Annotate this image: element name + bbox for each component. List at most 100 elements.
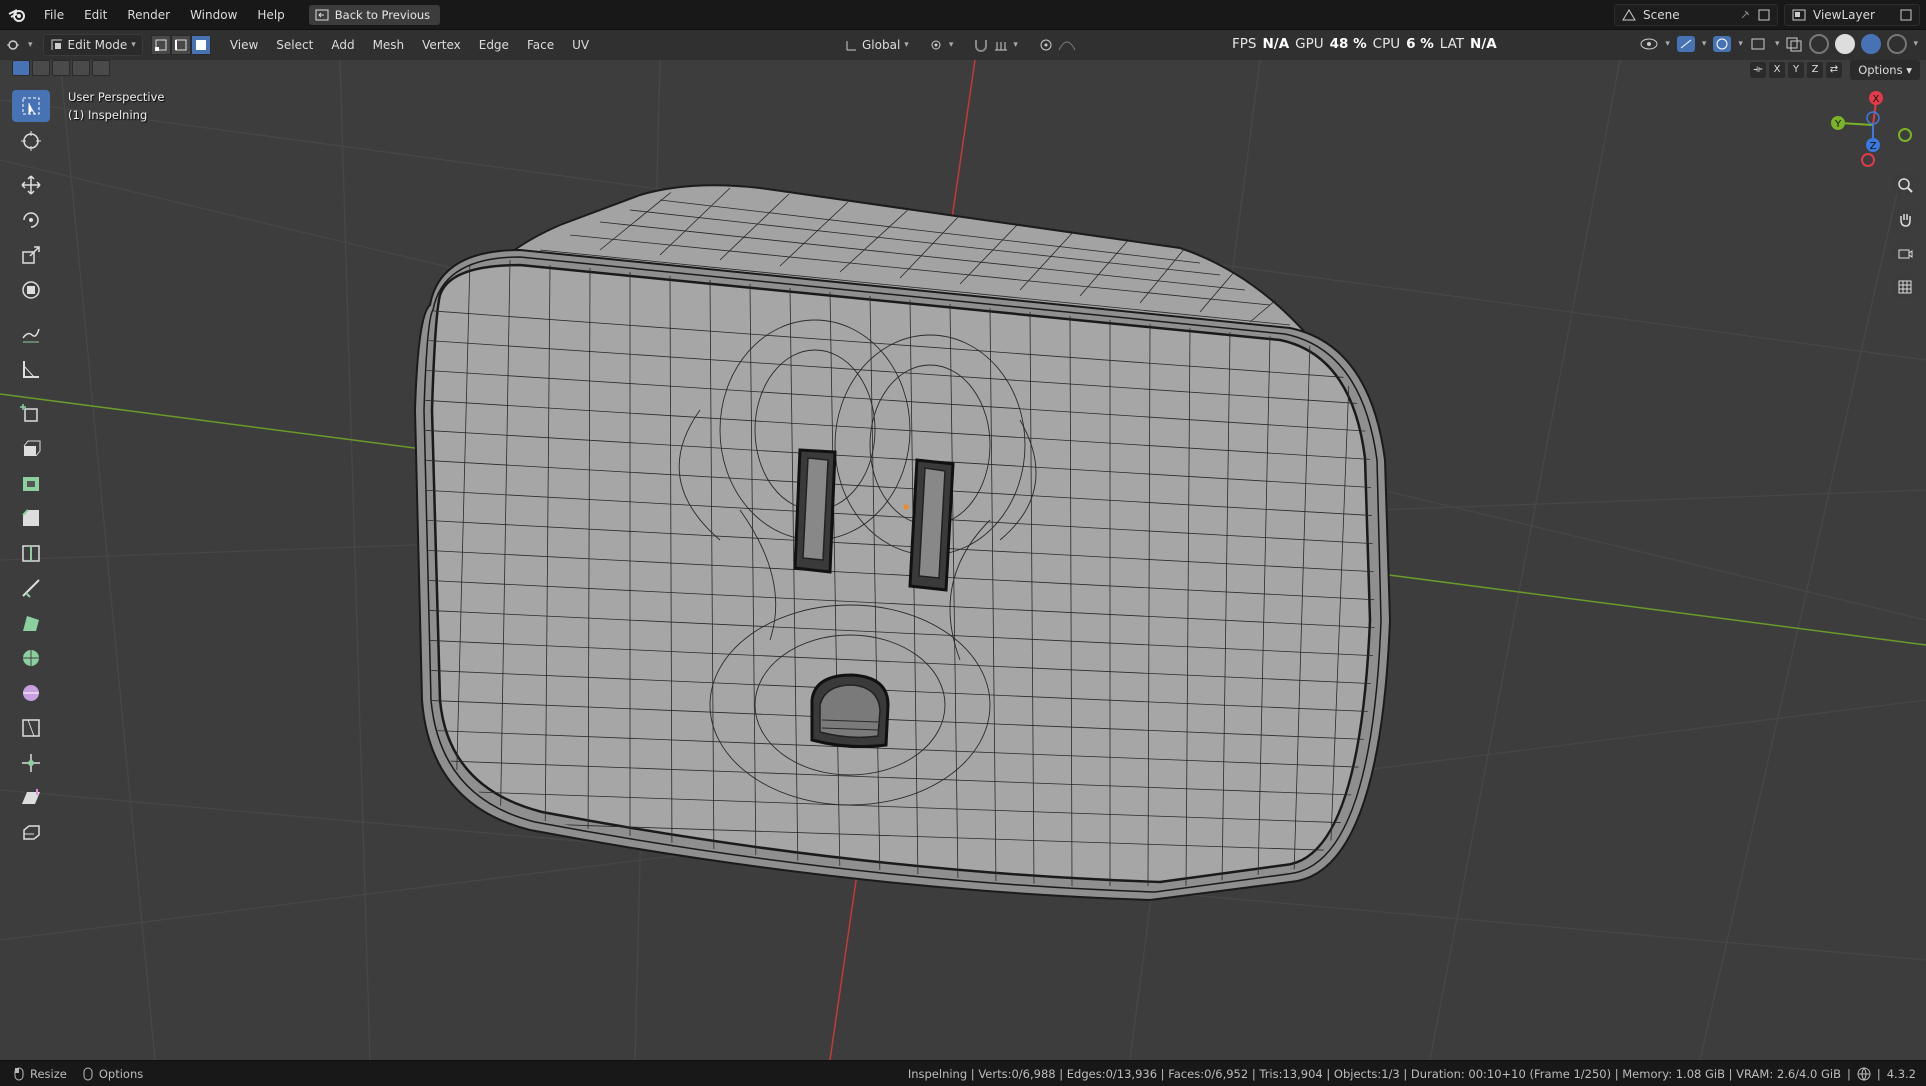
mesh-edit-overlays-icon[interactable] [1749, 36, 1769, 52]
perspective-toggle-icon[interactable] [1892, 274, 1918, 300]
shrink-fatten-tool[interactable] [12, 747, 50, 779]
select-box-tool[interactable] [12, 90, 50, 122]
new-scene-icon[interactable] [1757, 8, 1771, 22]
mirror-z-toggle[interactable]: Z [1807, 62, 1823, 78]
mode-dropdown[interactable]: Edit Mode ▾ [42, 34, 143, 56]
menu-render[interactable]: Render [117, 0, 180, 30]
pivot-point-dropdown[interactable]: ▾ [923, 34, 960, 56]
snap-toggle[interactable]: ▾ [967, 34, 1024, 56]
svg-text:Y: Y [1834, 119, 1842, 130]
spin-tool[interactable] [12, 642, 50, 674]
edge-slide-tool[interactable] [12, 712, 50, 744]
add-cube-tool[interactable] [12, 397, 50, 429]
menu-window[interactable]: Window [180, 0, 247, 30]
shear-tool[interactable] [12, 782, 50, 814]
select-subtract-icon[interactable] [52, 60, 70, 76]
transform-orientation-dropdown[interactable]: Global ▾ [838, 34, 915, 56]
select-new-icon[interactable] [12, 60, 30, 76]
header-menu-view[interactable]: View [221, 38, 267, 52]
viewport-canvas[interactable]: X Y Z [0, 60, 1926, 1060]
knife-icon [22, 579, 40, 598]
face-select-icon[interactable] [190, 35, 211, 55]
proportional-edit-toggle[interactable] [1032, 34, 1082, 56]
select-extend-icon[interactable] [32, 60, 50, 76]
select-box-icon [22, 97, 40, 115]
header-menu-edge[interactable]: Edge [470, 38, 518, 52]
scene-icon [1622, 9, 1636, 21]
proportional-edit-icon [1040, 39, 1052, 51]
header-menu-vertex[interactable]: Vertex [413, 38, 470, 52]
object-origin-icon [903, 504, 909, 510]
select-invert-icon[interactable] [72, 60, 90, 76]
knife-tool[interactable] [12, 572, 50, 604]
material-preview-button[interactable] [1861, 34, 1882, 54]
view-layer-name[interactable]: ViewLayer [1813, 8, 1893, 22]
shading-dropdown-icon[interactable]: ▾ [1913, 39, 1918, 49]
scene-name[interactable]: Scene [1643, 8, 1733, 22]
edit-mode-icon [51, 39, 62, 50]
edge-select-icon[interactable] [170, 35, 191, 55]
spin-icon [23, 650, 39, 666]
scene-selector[interactable]: Scene [1614, 4, 1778, 26]
header-menu-uv[interactable]: UV [563, 38, 598, 52]
annotate-tool[interactable] [12, 318, 50, 350]
back-to-previous-button[interactable]: Back to Previous [308, 4, 441, 25]
rip-region-tool[interactable] [12, 817, 50, 849]
mirror-y-toggle[interactable]: Y [1788, 62, 1804, 78]
options-dropdown[interactable]: Options ▾ [1850, 60, 1920, 80]
pin-icon[interactable] [1739, 9, 1751, 21]
cpu-value: 6 % [1406, 36, 1434, 52]
transform-tool[interactable] [12, 274, 50, 306]
poly-build-tool[interactable] [12, 607, 50, 639]
header-menu-add[interactable]: Add [322, 38, 363, 52]
header-menu-face[interactable]: Face [518, 38, 563, 52]
new-view-layer-icon[interactable] [1899, 8, 1913, 22]
smooth-tool[interactable] [12, 677, 50, 709]
plug-slot-left[interactable] [793, 448, 837, 574]
snap-increment-icon[interactable] [993, 38, 1009, 52]
editor-type-dropdown[interactable]: ▾ [0, 34, 39, 56]
vertex-select-icon[interactable] [150, 35, 171, 55]
bevel-tool[interactable] [12, 502, 50, 534]
loop-cut-tool[interactable] [12, 537, 50, 569]
gizmo-neg-y-icon[interactable] [1898, 128, 1912, 142]
rotate-tool[interactable] [12, 204, 50, 236]
wireframe-shading-button[interactable] [1809, 34, 1830, 54]
solid-shading-button[interactable] [1835, 34, 1856, 54]
select-intersect-icon[interactable] [92, 60, 110, 76]
mirror-x-toggle[interactable]: X [1769, 62, 1785, 78]
pan-hand-icon[interactable] [1892, 206, 1918, 232]
menu-file[interactable]: File [34, 0, 74, 30]
extrude-region-tool[interactable] [12, 432, 50, 464]
menu-edit[interactable]: Edit [74, 0, 117, 30]
header-menu-mesh[interactable]: Mesh [364, 38, 414, 52]
zoom-icon[interactable] [1892, 172, 1918, 198]
visibility-icon[interactable] [1639, 36, 1659, 52]
mirror-axes-icon[interactable]: ⟛ [1750, 62, 1766, 78]
overlays-icon[interactable] [1712, 35, 1732, 53]
xray-icon[interactable] [1785, 36, 1803, 52]
header-menu-select[interactable]: Select [267, 38, 322, 52]
measure-tool[interactable] [12, 353, 50, 385]
move-tool[interactable] [12, 169, 50, 201]
navigation-gizmo[interactable]: X Y Z [1831, 91, 1912, 167]
rendered-shading-button[interactable] [1887, 34, 1908, 54]
menu-help[interactable]: Help [247, 0, 294, 30]
view-layer-selector[interactable]: ViewLayer [1784, 4, 1920, 26]
gizmo-toggle-icon[interactable] [1676, 35, 1696, 53]
3d-viewport[interactable]: X Y Z ⟛ X Y Z ⇄ Options ▾ User Perspecti… [0, 60, 1926, 1060]
status-options-label: Options [98, 1066, 144, 1081]
gizmo-neg-x-icon[interactable] [1861, 153, 1875, 167]
view-name: User Perspective [68, 90, 165, 104]
topology-mirror-icon[interactable]: ⇄ [1826, 62, 1842, 78]
cursor-tool[interactable] [12, 125, 50, 157]
fps-label: FPS [1232, 36, 1257, 52]
camera-view-icon[interactable] [1892, 240, 1918, 266]
falloff-icon[interactable] [1058, 38, 1076, 52]
scale-tool[interactable] [12, 239, 50, 271]
plug-slot-right[interactable] [908, 458, 955, 592]
blender-logo-icon[interactable] [0, 0, 34, 30]
ground-slot[interactable] [810, 673, 890, 749]
inset-faces-tool[interactable] [12, 467, 50, 499]
back-icon [315, 9, 329, 20]
